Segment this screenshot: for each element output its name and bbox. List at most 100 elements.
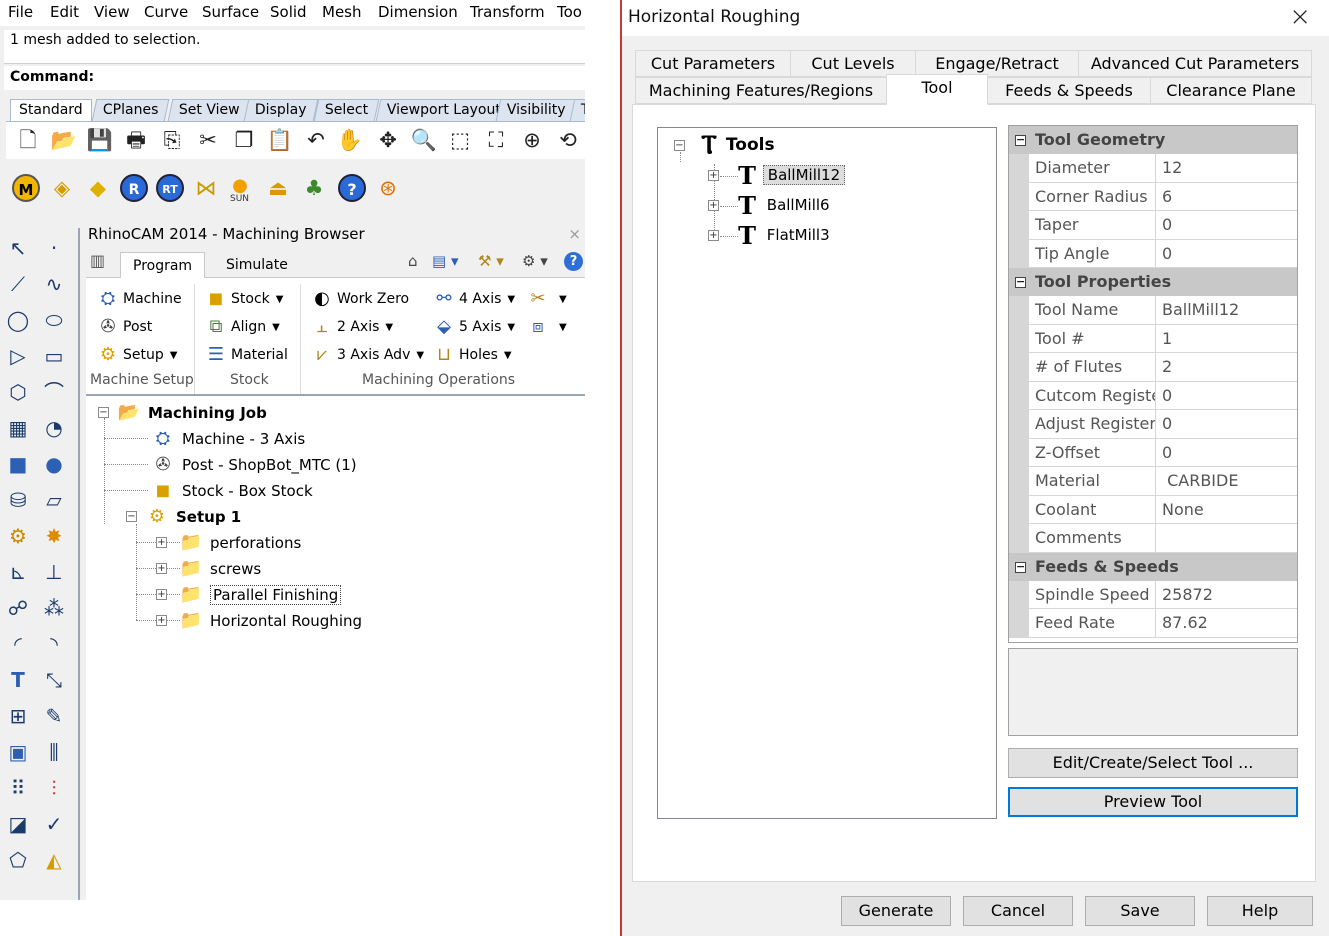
tab-standard[interactable]: Standard	[10, 99, 92, 121]
save-button[interactable]: Save	[1085, 896, 1195, 926]
settings-menu-icon[interactable]: ▤ ▾	[432, 252, 458, 270]
prop-row-material[interactable]: Material CARBIDE	[1009, 467, 1297, 496]
prop-row-tool-name[interactable]: Tool Name BallMill12	[1009, 296, 1297, 325]
collapse-machining-job[interactable]: −	[98, 407, 109, 418]
prop-row-comments[interactable]: Comments	[1009, 524, 1297, 553]
tree-folder-perforations[interactable]: 📁 perforations	[178, 530, 302, 556]
collapse-tools[interactable]: −	[674, 140, 685, 151]
tab-cut-parameters[interactable]: Cut Parameters	[635, 50, 791, 77]
polyline-icon[interactable]: ⟋	[4, 270, 32, 298]
expand-screws[interactable]: +	[156, 563, 167, 574]
expand-parallel-finishing[interactable]: +	[156, 589, 167, 600]
rt-icon[interactable]: RT	[156, 174, 184, 202]
browser-app-icon[interactable]: ▥	[90, 251, 105, 270]
tool-item-flatmill3[interactable]: T FlatMill3	[736, 222, 834, 248]
tree-machine[interactable]: ⛭ Machine - 3 Axis	[150, 426, 305, 452]
array-icon[interactable]: ⊞	[4, 702, 32, 730]
tab-cut-levels[interactable]: Cut Levels	[790, 50, 916, 77]
tree-post[interactable]: ✇ Post - ShopBot_MTC (1)	[150, 452, 356, 478]
trim-icon[interactable]: ⊥	[40, 558, 68, 586]
cancel-button[interactable]: Cancel	[963, 896, 1073, 926]
menu-dimension[interactable]: Dimension	[378, 3, 458, 21]
rotate-icon[interactable]: ⟲	[554, 126, 582, 154]
grid-array-icon[interactable]: ⠿	[4, 774, 32, 802]
extrude-icon[interactable]: ⊾	[4, 558, 32, 586]
explode-icon[interactable]: ✸	[40, 522, 68, 550]
copy-to-clipboard-icon[interactable]: ⎘	[158, 126, 186, 154]
surface-icon[interactable]: ▦	[4, 414, 32, 442]
tab-visibility[interactable]: Visibility	[495, 99, 578, 121]
ruler-icon[interactable]: ⫶	[40, 774, 68, 802]
tab-simulate[interactable]: Simulate	[214, 252, 300, 279]
collapse-ribbon-icon[interactable]: ⌂	[408, 252, 418, 270]
prop-row-corner-radius[interactable]: Corner Radius 6	[1009, 182, 1297, 211]
help-icon[interactable]: ?	[564, 252, 583, 271]
expand-horizontal-roughing[interactable]: +	[156, 615, 167, 626]
category-tool-geometry[interactable]: − Tool Geometry	[1009, 126, 1297, 154]
transform-icon[interactable]: ⬠	[4, 846, 32, 874]
tree-machining-job[interactable]: 📂 Machining Job	[116, 400, 267, 426]
prop-row-tip-angle[interactable]: Tip Angle 0	[1009, 239, 1297, 268]
tab-cplanes[interactable]: CPlanes	[91, 99, 170, 121]
sphere-icon[interactable]: ●	[40, 450, 68, 478]
dims-icon[interactable]: ⫼	[40, 738, 68, 766]
setup-button[interactable]: ⚙ Setup ▼	[96, 342, 178, 368]
tree-folder-horizontal-roughing[interactable]: 📁 Horizontal Roughing	[178, 608, 362, 634]
generate-button[interactable]: Generate	[841, 896, 951, 926]
prop-row-taper[interactable]: Taper 0	[1009, 211, 1297, 240]
hexagon-icon[interactable]: ⬡	[4, 378, 32, 406]
dots-icon[interactable]: ⁂	[40, 594, 68, 622]
category-feeds-speeds[interactable]: − Feeds & Speeds	[1009, 552, 1297, 581]
save-icon[interactable]: 💾	[86, 126, 114, 154]
menu-transform[interactable]: Transform	[470, 3, 545, 21]
expand-ballmill12[interactable]: +	[708, 170, 719, 181]
gear-icon[interactable]: ⚙	[4, 522, 32, 550]
zoom-selected-icon[interactable]: ⊕	[518, 126, 546, 154]
tab-advanced-cut-parameters[interactable]: Advanced Cut Parameters	[1078, 50, 1312, 77]
tag-icon[interactable]: ◈	[48, 174, 76, 202]
prop-row-feed-rate[interactable]: Feed Rate 87.62	[1009, 609, 1297, 638]
tab-select[interactable]: Select	[313, 99, 380, 121]
collapse-setup[interactable]: −	[126, 511, 137, 522]
zoom-extents-icon[interactable]: ⛶	[482, 126, 510, 154]
prop-row-flutes[interactable]: # of Flutes 2	[1009, 353, 1297, 382]
transform-ops-button[interactable]: ⧈ ▼	[526, 314, 566, 340]
tab-engage-retract[interactable]: Engage/Retract	[915, 50, 1079, 77]
prop-row-cutcom-register[interactable]: Cutcom Registe 0	[1009, 381, 1297, 410]
tool-item-ballmill12[interactable]: T BallMill12	[736, 162, 846, 188]
help-icon[interactable]: ?	[338, 174, 366, 202]
tool-library-button[interactable]: ✂ ▼	[526, 286, 566, 312]
tab-feeds-speeds[interactable]: Feeds & Speeds	[987, 77, 1151, 104]
curve-icon[interactable]: ∿	[40, 270, 68, 298]
tab-viewport-layout[interactable]: Viewport Layout	[375, 99, 513, 121]
offset-icon[interactable]: ◝	[40, 630, 68, 658]
sweep-icon[interactable]: ◔	[40, 414, 68, 442]
expand-perforations[interactable]: +	[156, 537, 167, 548]
tree-icon[interactable]: ♣	[300, 174, 328, 202]
material-button[interactable]: ☰ Material	[204, 342, 288, 368]
4-axis-button[interactable]: ⚯ 4 Axis ▼	[432, 286, 515, 312]
tab-tool[interactable]: Tool	[886, 74, 988, 105]
rotate-view-icon[interactable]: ✥	[374, 126, 402, 154]
open-folder-icon[interactable]: 📂	[50, 126, 78, 154]
tab-clearance-plane[interactable]: Clearance Plane	[1150, 77, 1312, 104]
holes-button[interactable]: ⊔ Holes ▼	[432, 342, 512, 368]
menu-mesh[interactable]: Mesh	[322, 3, 362, 21]
tree-setup-1[interactable]: ⚙ Setup 1	[144, 504, 241, 530]
edit-create-select-tool-button[interactable]: Edit/Create/Select Tool ...	[1008, 748, 1298, 778]
rhinocam-machining-icon[interactable]: M	[12, 174, 40, 202]
expand-ballmill6[interactable]: +	[708, 200, 719, 211]
menu-edit[interactable]: Edit	[50, 3, 79, 21]
menu-curve[interactable]: Curve	[144, 3, 188, 21]
menu-surface[interactable]: Surface	[202, 3, 259, 21]
tag-yellow-icon[interactable]: ◆	[84, 174, 112, 202]
command-prompt[interactable]: Command:	[4, 66, 585, 90]
prop-row-adjust-register[interactable]: Adjust Register 0	[1009, 410, 1297, 439]
cylinder-icon[interactable]: ⛁	[4, 486, 32, 514]
work-zero-button[interactable]: ◐ Work Zero	[310, 286, 409, 312]
5-axis-button[interactable]: ⬙ 5 Axis ▼	[432, 314, 515, 340]
tool-tree-root[interactable]: Ⲧ Tools	[698, 132, 775, 158]
tree-folder-parallel-finishing[interactable]: 📁 Parallel Finishing	[178, 582, 342, 608]
preview-tool-button[interactable]: Preview Tool	[1008, 787, 1298, 817]
boolean-icon[interactable]: ☍	[4, 594, 32, 622]
